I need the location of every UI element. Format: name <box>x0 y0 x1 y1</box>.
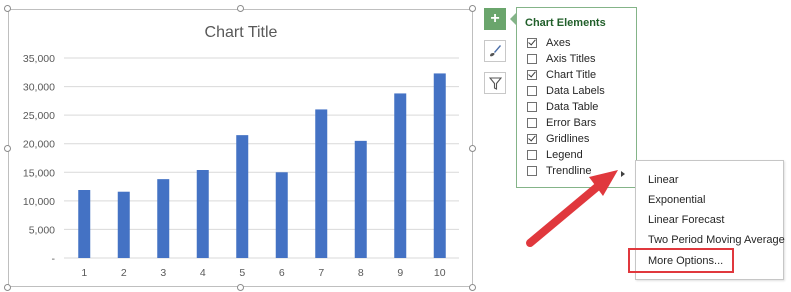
annotation-arrow-icon <box>526 170 618 247</box>
